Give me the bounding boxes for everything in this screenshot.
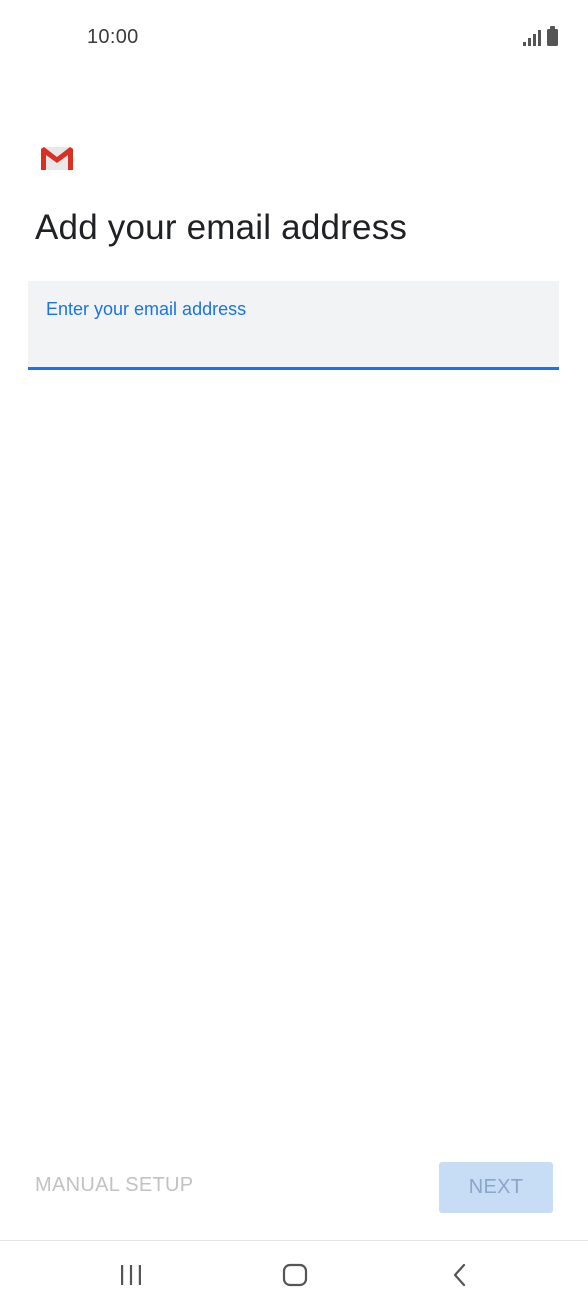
gmail-logo-icon	[41, 147, 73, 170]
recents-icon	[121, 1265, 141, 1285]
home-icon	[282, 1263, 308, 1287]
signal-icon	[523, 30, 541, 46]
battery-icon	[547, 26, 558, 46]
page-title: Add your email address	[35, 208, 408, 247]
manual-setup-button[interactable]: MANUAL SETUP	[35, 1174, 193, 1197]
email-field[interactable]: Enter your email address	[28, 281, 559, 370]
recents-button[interactable]	[91, 1241, 171, 1309]
back-icon	[453, 1263, 466, 1287]
next-button[interactable]: NEXT	[439, 1162, 553, 1213]
navigation-bar	[0, 1240, 588, 1309]
email-input[interactable]	[44, 327, 543, 361]
home-button[interactable]	[255, 1241, 335, 1309]
email-field-label: Enter your email address	[46, 299, 247, 319]
status-time: 10:00	[87, 26, 139, 48]
back-button[interactable]	[420, 1241, 500, 1309]
status-icons	[523, 26, 558, 46]
status-bar: 10:00	[0, 0, 588, 72]
